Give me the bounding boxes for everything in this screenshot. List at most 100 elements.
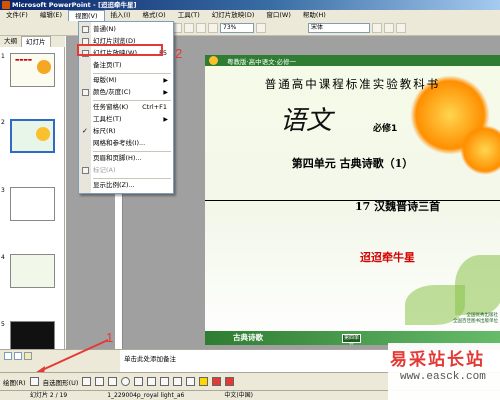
status-language: 中文(中国) bbox=[224, 392, 254, 399]
window-title: Microsoft PowerPoint - [迢迢牵牛星] bbox=[12, 1, 137, 9]
watermark-name: 易采站长站 bbox=[390, 350, 485, 370]
menu-item-ruler[interactable]: ✓ 标尺(R) bbox=[79, 126, 173, 137]
menu-insert[interactable]: 插入(I) bbox=[105, 10, 137, 21]
autoshapes-menu[interactable]: 自选图形(U) bbox=[43, 377, 79, 387]
thumb-decoration bbox=[36, 127, 50, 141]
tab-slides[interactable]: 幻灯片 bbox=[21, 36, 51, 47]
zoom-select[interactable]: 73% bbox=[220, 23, 254, 33]
menu-item-normal[interactable]: 普通(N) bbox=[79, 24, 173, 35]
slide-poem-title: 迢迢牵牛星 bbox=[360, 251, 415, 264]
thumb-number: 1 bbox=[1, 53, 5, 60]
watermark-url: www.easck.com bbox=[400, 371, 486, 383]
menubar: 文件(F) 编辑(E) 视图(V) 插入(I) 格式(O) 工具(T) 幻灯片放… bbox=[0, 9, 500, 22]
chart-icon[interactable] bbox=[196, 23, 206, 33]
slide-thumbnail-pane: 1 ▬▬▬▬ 2 3 4 5 bbox=[0, 47, 65, 349]
line-color-icon[interactable] bbox=[212, 377, 222, 386]
slide-header-label: 粤教版·高中语文·必修一 bbox=[227, 58, 297, 66]
submenu-arrow-icon: ▶ bbox=[163, 116, 168, 123]
italic-icon[interactable] bbox=[384, 23, 394, 33]
window-titlebar: Microsoft PowerPoint - [迢迢牵牛星] bbox=[0, 0, 500, 10]
textbox-icon[interactable] bbox=[134, 377, 144, 386]
guide-line bbox=[205, 200, 500, 201]
standard-toolbar: 73% 宋体 bbox=[0, 21, 500, 36]
menu-item-color-grayscale[interactable]: 颜色/灰度(C) ▶ bbox=[79, 87, 173, 98]
markup-icon bbox=[82, 167, 89, 174]
thumb-number: 2 bbox=[1, 119, 5, 126]
annotation-number-1: 1 bbox=[106, 330, 114, 345]
bold-icon[interactable] bbox=[372, 23, 382, 33]
menu-separator bbox=[93, 151, 171, 152]
normal-view-icon bbox=[82, 26, 89, 33]
thumb-decoration bbox=[37, 60, 51, 74]
thumb-title: ▬▬▬▬ bbox=[15, 58, 33, 63]
slide-headline: 普通高中课程标准实验教科书 bbox=[264, 77, 441, 91]
highlight-box bbox=[77, 44, 163, 56]
menu-file[interactable]: 文件(F) bbox=[0, 10, 34, 21]
menu-item-toolbars[interactable]: 工具栏(T) ▶ bbox=[79, 114, 173, 125]
leaf-decoration bbox=[455, 255, 500, 315]
checkmark-icon: ✓ bbox=[82, 127, 88, 135]
line-icon[interactable] bbox=[82, 377, 92, 386]
slide-thumbnail-3[interactable] bbox=[10, 187, 55, 221]
slideshow-button[interactable] bbox=[24, 352, 32, 360]
slide-sorter-button[interactable] bbox=[14, 352, 22, 360]
site-watermark: 易采站长站 www.easck.com bbox=[388, 343, 500, 400]
slide-volume: 必修1 bbox=[373, 124, 398, 134]
color-grayscale-icon bbox=[82, 89, 89, 96]
thumb-number: 4 bbox=[1, 254, 5, 261]
diagram-icon[interactable] bbox=[160, 377, 170, 386]
slide-thumbnail-5[interactable] bbox=[10, 321, 55, 349]
menu-item-master[interactable]: 母版(M) ▶ bbox=[79, 75, 173, 86]
slide-footer-label: 古典诗歌 bbox=[233, 333, 263, 342]
publisher-text: 全国优秀出版社 全国百佳图书出版单位 bbox=[453, 313, 498, 324]
pane-tabs: 大纲 幻灯片 bbox=[0, 36, 65, 47]
font-color-icon[interactable] bbox=[225, 377, 235, 386]
menu-item-markup[interactable]: 标记(A) bbox=[79, 165, 173, 176]
menu-item-grid-guides[interactable]: 网格和参考线(I)... bbox=[79, 138, 173, 149]
slide-thumbnail-2[interactable] bbox=[10, 119, 55, 153]
menu-separator bbox=[93, 100, 171, 101]
clipart-icon[interactable] bbox=[173, 377, 183, 386]
menu-format[interactable]: 格式(O) bbox=[137, 10, 172, 21]
underline-icon[interactable] bbox=[396, 23, 406, 33]
publisher-logo bbox=[209, 56, 218, 65]
menu-separator bbox=[93, 178, 171, 179]
wordart-icon[interactable] bbox=[147, 377, 157, 386]
menu-item-task-pane[interactable]: 任务窗格(K) Ctrl+F1 bbox=[79, 102, 173, 113]
submenu-arrow-icon: ▶ bbox=[163, 77, 168, 84]
rectangle-icon[interactable] bbox=[108, 377, 118, 386]
menu-help[interactable]: 帮助(H) bbox=[297, 10, 332, 21]
table-icon[interactable] bbox=[208, 23, 218, 33]
annotation-number-2: 2 bbox=[175, 46, 183, 61]
help-icon[interactable] bbox=[256, 23, 266, 33]
thumb-number: 3 bbox=[1, 187, 5, 194]
menu-item-notes-page[interactable]: 备注页(T) bbox=[79, 60, 173, 71]
menu-item-zoom[interactable]: 显示比例(Z)... bbox=[79, 180, 173, 191]
arrow-icon[interactable] bbox=[95, 377, 105, 386]
menu-item-header-footer[interactable]: 页眉和页脚(H)... bbox=[79, 153, 173, 164]
fill-color-icon[interactable] bbox=[199, 377, 209, 386]
submenu-arrow-icon: ▶ bbox=[163, 89, 168, 96]
menu-view[interactable]: 视图(V) bbox=[68, 9, 105, 22]
draw-menu[interactable]: 绘图(R) bbox=[3, 377, 26, 387]
slide-thumbnail-1[interactable]: ▬▬▬▬ bbox=[10, 53, 55, 87]
tab-outline[interactable]: 大纲 bbox=[0, 36, 21, 47]
menu-slideshow[interactable]: 幻灯片放映(D) bbox=[206, 10, 261, 21]
thumb-number: 5 bbox=[1, 321, 5, 328]
powerpoint-icon bbox=[2, 1, 10, 9]
status-template: 1_229004p_royal light_a6 bbox=[107, 392, 185, 399]
status-slide-count: 幻灯片 2 / 19 bbox=[30, 392, 68, 399]
menu-tools[interactable]: 工具(T) bbox=[172, 10, 206, 21]
font-select[interactable]: 宋体 bbox=[308, 23, 370, 33]
menu-edit[interactable]: 编辑(E) bbox=[34, 10, 68, 21]
slide-thumbnail-4[interactable] bbox=[10, 254, 55, 288]
redo-icon[interactable] bbox=[184, 23, 194, 33]
slide-unit-title: 第四单元 古典诗歌（1） bbox=[291, 157, 414, 170]
normal-view-button[interactable] bbox=[4, 352, 12, 360]
view-buttons-area bbox=[0, 349, 120, 372]
slide-big-title: 语文 bbox=[280, 106, 333, 136]
picture-icon[interactable] bbox=[186, 377, 196, 386]
select-pointer-icon[interactable] bbox=[29, 377, 39, 386]
oval-icon[interactable] bbox=[121, 377, 131, 386]
menu-window[interactable]: 窗口(W) bbox=[260, 10, 297, 21]
